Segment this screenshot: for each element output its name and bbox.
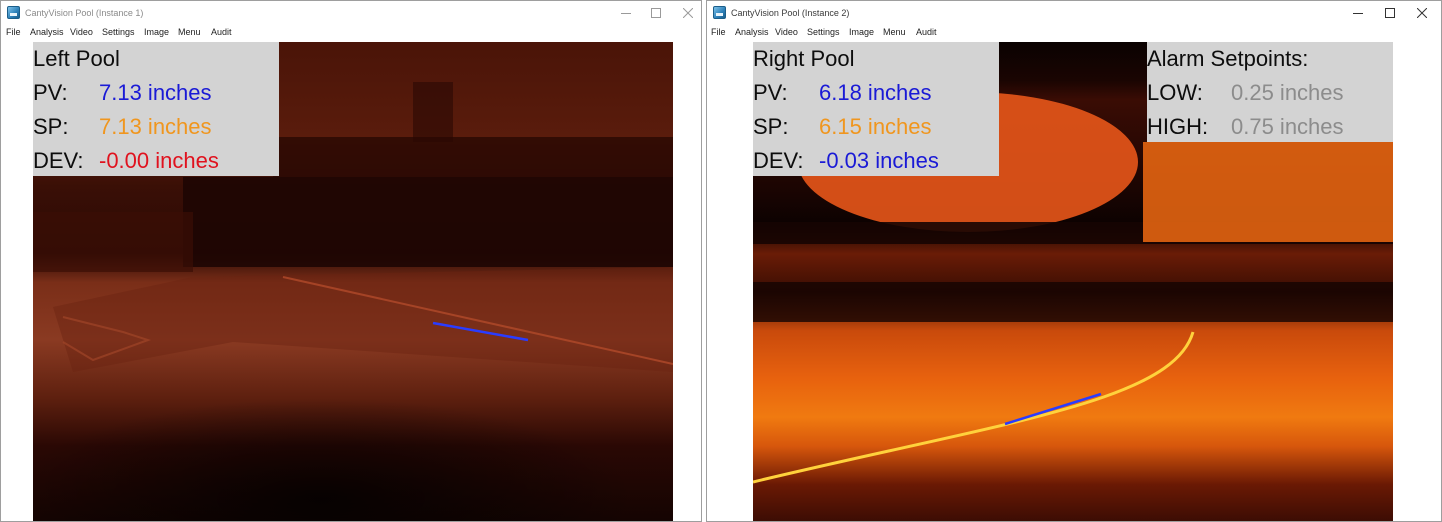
dev-row: DEV: -0.00 inches (33, 148, 279, 174)
sp-value: 6.15 inches (819, 114, 932, 139)
alarm-low-row: LOW: 0.25 inches (1147, 80, 1393, 106)
pool-edge-curve (753, 331, 1195, 484)
scene-dark-band-lower (753, 282, 1393, 322)
window-title: CantyVision Pool (Instance 2) (731, 8, 850, 18)
sp-label: SP: (753, 114, 789, 139)
measurement-overlay: Right Pool PV: 6.18 inches SP: 6.15 inch… (753, 42, 999, 176)
close-icon (683, 8, 693, 18)
alarm-high-value: 0.75 inches (1231, 114, 1344, 139)
minimize-button[interactable] (1343, 1, 1373, 25)
thermal-camera-view: Left Pool PV: 7.13 inches SP: 7.13 inche… (33, 42, 673, 521)
menu-video[interactable]: Video (70, 27, 93, 37)
sp-label: SP: (33, 114, 69, 139)
menu-file[interactable]: File (6, 27, 21, 37)
pool-title: Right Pool (753, 46, 855, 71)
alarm-low-label: LOW: (1147, 80, 1203, 105)
title-bar[interactable]: CantyVision Pool (Instance 2) (707, 1, 1441, 25)
dev-value: -0.00 inches (99, 148, 219, 173)
alarm-setpoints-title: Alarm Setpoints: (1147, 46, 1309, 71)
measurement-overlay: Left Pool PV: 7.13 inches SP: 7.13 inche… (33, 42, 279, 176)
maximize-icon (651, 8, 661, 18)
menu-audit[interactable]: Audit (916, 27, 937, 37)
menu-settings[interactable]: Settings (102, 27, 135, 37)
menu-analysis[interactable]: Analysis (30, 27, 64, 37)
menu-image[interactable]: Image (144, 27, 169, 37)
sp-row: SP: 7.13 inches (33, 114, 279, 140)
dev-label: DEV: (753, 148, 804, 173)
menu-bar: File Analysis Video Settings Image Menu … (1, 25, 701, 41)
dev-row: DEV: -0.03 inches (753, 148, 999, 174)
title-bar[interactable]: CantyVision Pool (Instance 1) (1, 1, 701, 25)
maximize-button[interactable] (641, 1, 671, 25)
sp-row: SP: 6.15 inches (753, 114, 999, 140)
dev-label: DEV: (33, 148, 84, 173)
menu-settings[interactable]: Settings (807, 27, 840, 37)
sp-value: 7.13 inches (99, 114, 212, 139)
scene-hot-block (1143, 142, 1393, 242)
menu-video[interactable]: Video (775, 27, 798, 37)
pv-row: PV: 6.18 inches (753, 80, 999, 106)
scene-wall-band (273, 137, 673, 177)
alarm-high-row: HIGH: 0.75 inches (1147, 114, 1393, 140)
menu-file[interactable]: File (711, 27, 726, 37)
alarm-setpoints-overlay: Alarm Setpoints: LOW: 0.25 inches HIGH: … (1147, 42, 1393, 142)
pool-title: Left Pool (33, 46, 120, 71)
minimize-icon (1353, 13, 1363, 14)
pv-value: 6.18 inches (819, 80, 932, 105)
close-button[interactable] (673, 1, 701, 25)
minimize-icon (621, 13, 631, 14)
window-title: CantyVision Pool (Instance 1) (25, 8, 144, 18)
pv-label: PV: (753, 80, 788, 105)
minimize-button[interactable] (611, 1, 641, 25)
water-level-line (1004, 392, 1102, 426)
menu-bar: File Analysis Video Settings Image Menu … (707, 25, 1441, 41)
menu-audit[interactable]: Audit (211, 27, 232, 37)
close-button[interactable] (1407, 1, 1437, 25)
maximize-icon (1385, 8, 1395, 18)
scene-dark-band (183, 177, 673, 267)
scene-pillar (413, 82, 453, 142)
menu-menu[interactable]: Menu (178, 27, 201, 37)
menu-analysis[interactable]: Analysis (735, 27, 769, 37)
alarm-low-value: 0.25 inches (1231, 80, 1344, 105)
pv-value: 7.13 inches (99, 80, 212, 105)
pv-label: PV: (33, 80, 68, 105)
menu-menu[interactable]: Menu (883, 27, 906, 37)
cantyvision-window-right: CantyVision Pool (Instance 2) File Analy… (706, 0, 1442, 522)
cantyvision-window-left: CantyVision Pool (Instance 1) File Analy… (0, 0, 702, 522)
thermal-camera-view: Right Pool PV: 6.18 inches SP: 6.15 inch… (753, 42, 1393, 521)
scene-left-block (33, 212, 193, 272)
close-icon (1417, 8, 1427, 18)
cantyvision-app-icon (713, 6, 726, 19)
dev-value: -0.03 inches (819, 148, 939, 173)
scene-pool-floor (53, 267, 673, 372)
alarm-high-label: HIGH: (1147, 114, 1209, 139)
pv-row: PV: 7.13 inches (33, 80, 279, 106)
menu-image[interactable]: Image (849, 27, 874, 37)
cantyvision-app-icon (7, 6, 20, 19)
maximize-button[interactable] (1375, 1, 1405, 25)
